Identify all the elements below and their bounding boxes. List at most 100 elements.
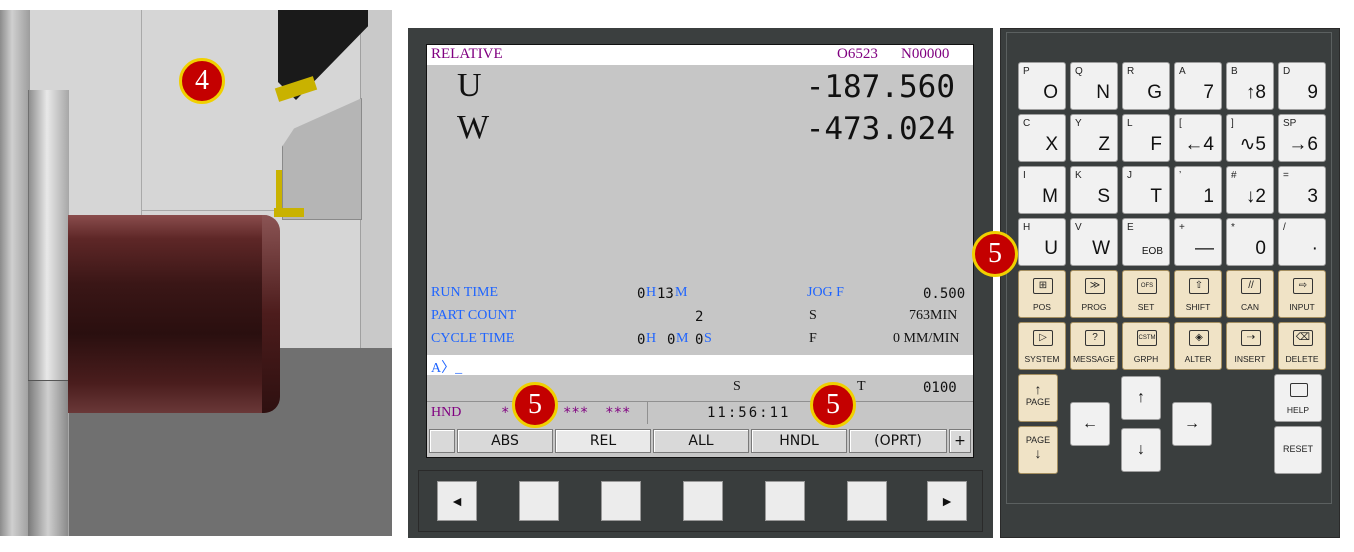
reset-key[interactable]: RESET [1274,426,1322,474]
key-row1-4[interactable]: B ↑8 [1226,62,1274,110]
function-key-pos[interactable]: ⊞ POS [1018,270,1066,318]
function-key-message[interactable]: ? MESSAGE [1070,322,1118,370]
wall-seam [141,210,281,211]
cycle-time-seconds-unit: S [704,331,712,346]
softkey-rel[interactable]: REL [555,429,651,453]
key-row2-5[interactable]: SP →6 [1278,114,1326,162]
key-main-label: 9 [1307,82,1318,103]
jog-f-label: JOG F [807,285,844,300]
function-key-set[interactable]: OFS SET [1122,270,1170,318]
callout-marker-5: 5 [972,231,1018,277]
hw-key-prev[interactable]: ◄ [437,481,477,521]
axis-label-u: U [457,67,482,104]
key-main-label: ∿5 [1239,134,1267,155]
cursor-right-key[interactable]: → [1172,402,1212,446]
function-key-delete[interactable]: ⌫ DELETE [1278,322,1326,370]
key-secondary-label: L [1127,118,1133,129]
key-row4-4[interactable]: * 0 [1226,218,1274,266]
key-secondary-label: C [1023,118,1031,129]
key-row2-2[interactable]: LF [1122,114,1170,162]
hw-softkey-2[interactable] [601,481,641,521]
key-row1-3[interactable]: A7 [1174,62,1222,110]
function-key-insert[interactable]: ⇢ INSERT [1226,322,1274,370]
function-key-system[interactable]: ▷ SYSTEM [1018,322,1066,370]
key-row2-3[interactable]: [←4 [1174,114,1222,162]
function-key-input[interactable]: ⇨ INPUT [1278,270,1326,318]
function-key-label: CAN [1241,302,1259,312]
key-secondary-label: ’ [1179,170,1182,181]
key-row3-1[interactable]: KS [1070,166,1118,214]
sequence-number: N00000 [901,46,950,62]
key-row1-2[interactable]: RG [1122,62,1170,110]
function-key-alter[interactable]: ◈ ALTER [1174,322,1222,370]
softkey-back[interactable] [429,429,455,453]
key-row3-4[interactable]: # ↓2 [1226,166,1274,214]
key-secondary-label: ] [1231,118,1234,129]
key-row2-0[interactable]: CX [1018,114,1066,162]
page-down-key[interactable]: PAGE ↓ [1018,426,1058,474]
function-key-label: SET [1137,302,1155,312]
key-secondary-label: A [1179,66,1186,77]
key-row3-3[interactable]: ’ 1 [1174,166,1222,214]
status-divider [647,402,648,424]
key-row4-2[interactable]: E EOB [1122,218,1170,266]
key-main-label: U [1044,238,1058,259]
turret-panel [360,10,392,348]
screen-mode: RELATIVE [431,46,503,62]
cycle-time-seconds: 0 [695,332,704,348]
key-row1-5[interactable]: D9 [1278,62,1326,110]
key-main-label: · [1311,238,1318,259]
workpiece-face [262,215,280,413]
key-row4-0[interactable]: HU [1018,218,1066,266]
softkey-hndl[interactable]: HNDL [751,429,847,453]
softkey-all[interactable]: ALL [653,429,749,453]
key-row3-2[interactable]: JT [1122,166,1170,214]
cycle-time-hours: 0 [637,332,646,348]
chuck-jaw-ring [28,380,68,536]
feed-value: 0 MM/MIN [893,331,960,346]
prog-icon: ≫ [1085,278,1105,294]
key-row3-0[interactable]: IM [1018,166,1066,214]
key-main-label: W [1092,238,1110,259]
cursor-left-key[interactable]: ← [1070,402,1110,446]
key-row4-5[interactable]: / · [1278,218,1326,266]
key-row2-1[interactable]: YZ [1070,114,1118,162]
key-row3-5[interactable]: = 3 [1278,166,1326,214]
reset-label: RESET [1282,444,1313,454]
run-time-minutes: 13 [657,286,674,302]
softkey-more[interactable]: + [949,429,971,453]
key-row1-0[interactable]: PO [1018,62,1066,110]
key-main-label: F [1150,134,1162,155]
hw-softkey-5[interactable] [847,481,887,521]
key-row4-1[interactable]: VW [1070,218,1118,266]
function-key-can[interactable]: // CAN [1226,270,1274,318]
function-key-prog[interactable]: ≫ PROG [1070,270,1118,318]
cursor-up-key[interactable]: ↑ [1121,376,1161,420]
softkey-abs[interactable]: ABS [457,429,553,453]
key-main-label: ↓2 [1245,186,1266,207]
function-key-shift[interactable]: ⇧ SHIFT [1174,270,1222,318]
hw-softkey-4[interactable] [765,481,805,521]
key-main-label: ↑8 [1245,82,1266,103]
key-input-line[interactable]: A〉_ [427,355,973,376]
page-up-key[interactable]: ↑ PAGE [1018,374,1058,422]
cycle-time-label: CYCLE TIME [431,331,515,346]
help-icon [1290,383,1308,397]
jog-f-value: 0.500 [923,286,966,302]
key-row2-4[interactable]: ] ∿5 [1226,114,1274,162]
key-main-label: 7 [1203,82,1214,103]
run-time-row: RUN TIME 0 H 13 M JOG F 0.500 [427,285,973,305]
part-count-value: 2 [695,309,704,325]
help-key[interactable]: HELP [1274,374,1322,422]
key-main-label: →6 [1288,134,1318,155]
key-row4-3[interactable]: + — [1174,218,1222,266]
hw-softkey-1[interactable] [519,481,559,521]
key-main-label: G [1147,82,1162,103]
hw-softkey-3[interactable] [683,481,723,521]
softkey-oprt[interactable]: (OPRT) [849,429,947,453]
function-key-grph[interactable]: CSTM GRPH [1122,322,1170,370]
key-row1-1[interactable]: QN [1070,62,1118,110]
page-up-icon: ↑ [1034,381,1042,397]
hw-key-next[interactable]: ► [927,481,967,521]
cursor-down-key[interactable]: ↓ [1121,428,1161,472]
